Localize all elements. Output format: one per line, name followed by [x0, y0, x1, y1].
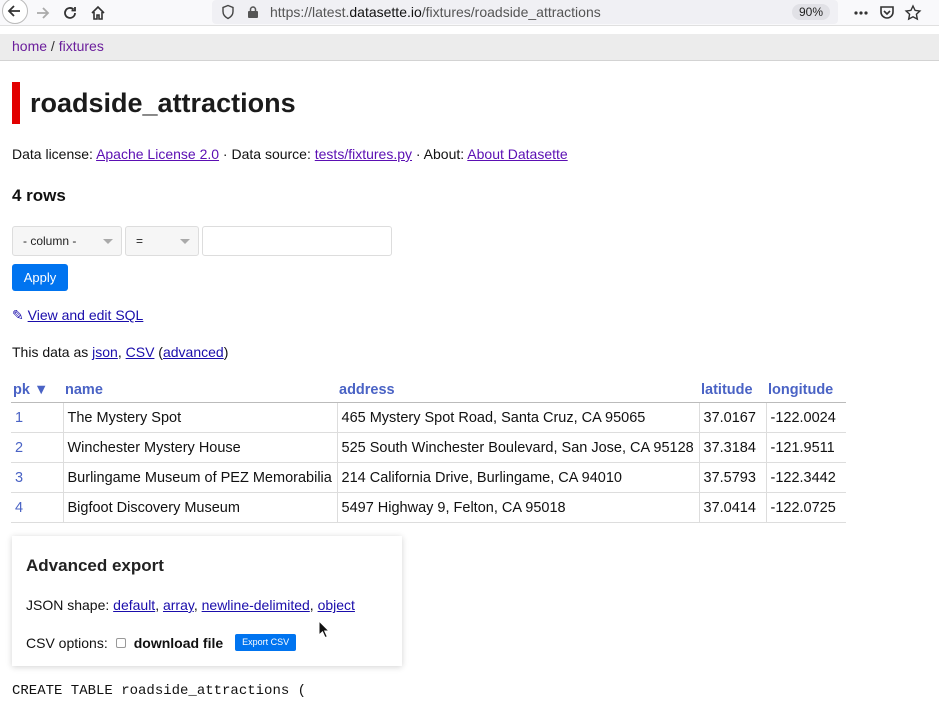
back-arrow-icon[interactable] [2, 0, 28, 24]
home-icon[interactable] [84, 0, 112, 26]
rows-table: pk ▼ name address latitude longitude 1 T… [11, 380, 846, 523]
shield-icon[interactable] [220, 4, 236, 20]
view-sql-row: ✎ View and edit SQL [12, 307, 143, 324]
cell-longitude: -121.9511 [766, 432, 846, 463]
column-header-longitude[interactable]: longitude [766, 380, 846, 403]
formats-paren-close: ) [223, 344, 229, 360]
license-link[interactable]: Apache License 2.0 [96, 146, 219, 162]
shape-object-link[interactable]: object [318, 597, 355, 613]
filter-row: - column - = [12, 226, 392, 256]
zoom-level-badge[interactable]: 90% [791, 4, 830, 20]
export-csv-button[interactable]: Export CSV [235, 634, 297, 651]
breadcrumb: home / fixtures [0, 34, 939, 61]
table-row: 4 Bigfoot Discovery Museum 5497 Highway … [11, 492, 846, 523]
download-file-checkbox[interactable] [115, 637, 126, 648]
mouse-cursor-icon [318, 620, 330, 639]
forward-arrow-icon[interactable] [28, 0, 56, 26]
row-pk-link[interactable]: 1 [11, 402, 64, 433]
operator-select-value: = [136, 234, 144, 248]
column-select-value: - column - [23, 234, 77, 248]
json-shape-label: JSON shape: [26, 597, 114, 613]
cell-longitude: -122.0725 [766, 492, 846, 523]
cell-name: Winchester Mystery House [63, 432, 338, 463]
column-header-address[interactable]: address [337, 380, 699, 403]
operator-select[interactable]: = [125, 226, 199, 256]
cell-address: 465 Mystery Spot Road, Santa Cruz, CA 95… [337, 402, 700, 433]
lock-icon[interactable] [246, 5, 260, 19]
shape-comma: , [309, 597, 318, 613]
breadcrumb-home-link[interactable]: home [12, 38, 47, 54]
cell-latitude: 37.5793 [699, 462, 767, 493]
formats-comma: , [117, 344, 126, 360]
bookmark-star-icon[interactable] [904, 4, 922, 22]
more-options-icon[interactable] [852, 4, 870, 22]
cell-latitude: 37.0414 [699, 492, 767, 523]
csv-options-row: CSV options: download file Export CSV [26, 634, 297, 651]
cell-longitude: -122.3442 [766, 462, 846, 493]
browser-toolbar: https://latest.datasette.io/fixtures/roa… [0, 0, 939, 26]
cell-longitude: -122.0024 [766, 402, 846, 433]
table-row: 2 Winchester Mystery House 525 South Win… [11, 432, 846, 463]
address-bar[interactable]: https://latest.datasette.io/fixtures/roa… [212, 0, 838, 24]
cell-name: Burlingame Museum of PEZ Memorabilia [63, 462, 338, 493]
advanced-export-panel: Advanced export JSON shape: default, arr… [12, 536, 402, 666]
pencil-icon: ✎ [12, 307, 24, 323]
shape-newline-link[interactable]: newline-delimited [202, 597, 310, 613]
page-title: roadside_attractions [30, 87, 296, 118]
advanced-link[interactable]: advanced [163, 344, 224, 360]
table-schema-sql: CREATE TABLE roadside_attractions ( [12, 683, 307, 699]
reload-icon[interactable] [56, 0, 84, 26]
column-header-pk[interactable]: pk ▼ [11, 380, 63, 403]
download-file-label[interactable]: download file [134, 635, 223, 651]
cell-name: The Mystery Spot [63, 402, 338, 433]
cell-address: 214 California Drive, Burlingame, CA 940… [337, 462, 700, 493]
row-count: 4 rows [12, 186, 66, 205]
row-pk-link[interactable]: 4 [11, 492, 64, 523]
cell-address: 5497 Highway 9, Felton, CA 95018 [337, 492, 700, 523]
apply-button[interactable]: Apply [12, 264, 68, 291]
source-prefix: · Data source: [219, 146, 315, 162]
shape-default-link[interactable]: default [113, 597, 155, 613]
about-link[interactable]: About Datasette [467, 146, 567, 162]
json-link[interactable]: json [92, 344, 118, 360]
json-shape-row: JSON shape: default, array, newline-deli… [26, 597, 355, 613]
license-prefix: Data license: [12, 146, 97, 162]
title-accent-bar [12, 82, 20, 124]
url-text: https://latest.datasette.io/fixtures/roa… [270, 4, 601, 20]
row-pk-link[interactable]: 3 [11, 462, 64, 493]
cell-address: 525 South Winchester Boulevard, San Jose… [337, 432, 700, 463]
shape-comma: , [193, 597, 202, 613]
shape-array-link[interactable]: array [163, 597, 194, 613]
breadcrumb-database-link[interactable]: fixtures [59, 38, 104, 54]
csv-link[interactable]: CSV [126, 344, 155, 360]
export-formats-line: This data as json, CSV (advanced) [12, 344, 228, 360]
table-row: 1 The Mystery Spot 465 Mystery Spot Road… [11, 402, 846, 433]
about-prefix: · About: [412, 146, 468, 162]
table-row: 3 Burlingame Museum of PEZ Memorabilia 2… [11, 462, 846, 493]
chevron-down-icon [103, 239, 113, 244]
cell-latitude: 37.3184 [699, 432, 767, 463]
view-edit-sql-link[interactable]: View and edit SQL [28, 307, 144, 323]
cell-latitude: 37.0167 [699, 402, 767, 433]
pocket-icon[interactable] [878, 4, 896, 22]
row-pk-link[interactable]: 2 [11, 432, 64, 463]
source-link[interactable]: tests/fixtures.py [315, 146, 412, 162]
formats-prefix: This data as [12, 344, 93, 360]
csv-options-label: CSV options: [26, 634, 108, 651]
column-select[interactable]: - column - [12, 226, 122, 256]
table-header-row: pk ▼ name address latitude longitude [11, 380, 846, 403]
column-header-latitude[interactable]: latitude [699, 380, 766, 403]
breadcrumb-separator: / [47, 38, 59, 54]
metadata-line: Data license: Apache License 2.0 · Data … [12, 146, 568, 162]
page-header: roadside_attractions [12, 82, 296, 124]
formats-paren-open: ( [154, 344, 163, 360]
column-header-name[interactable]: name [63, 380, 337, 403]
filter-value-input[interactable] [202, 226, 392, 256]
advanced-export-heading: Advanced export [26, 556, 164, 575]
shape-comma: , [155, 597, 163, 613]
cell-name: Bigfoot Discovery Museum [63, 492, 338, 523]
chevron-down-icon [180, 239, 190, 244]
